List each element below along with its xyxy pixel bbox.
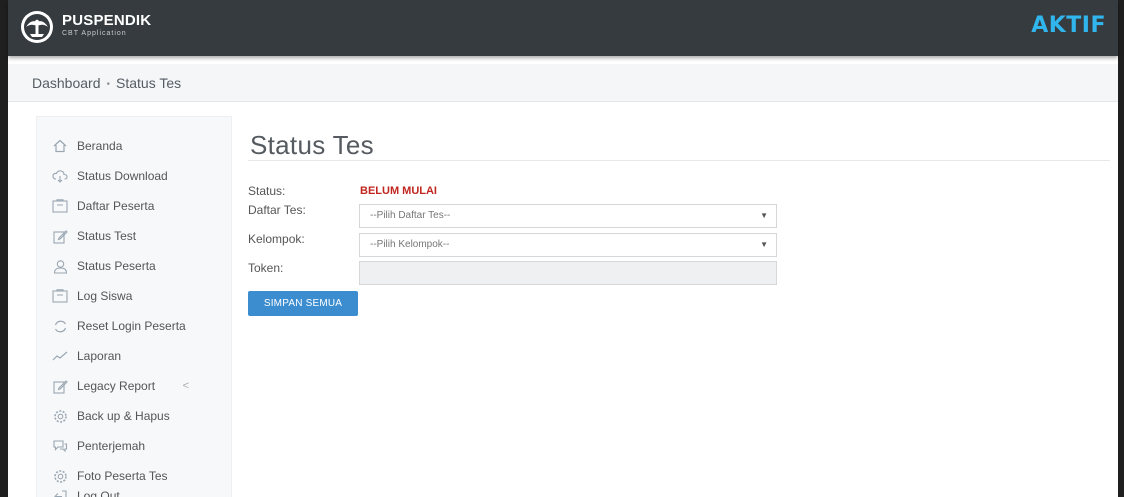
sidebar-item-label: Log Out — [77, 489, 120, 497]
breadcrumb-bar: Dashboard • Status Tes — [8, 64, 1118, 102]
home-icon — [51, 137, 69, 155]
sidebar-item-reset-login-peserta[interactable]: Reset Login Peserta — [37, 311, 233, 341]
tut-wuri-emblem-icon[interactable] — [20, 10, 54, 44]
user-icon — [51, 257, 69, 275]
sidebar-item-label: Status Peserta — [77, 259, 156, 273]
breadcrumb-current: Status Tes — [116, 75, 182, 91]
sidebar-item-label: Laporan — [77, 349, 122, 363]
sidebar-item-back-up-hapus[interactable]: Back up & Hapus — [37, 401, 233, 431]
brand: PUSPENDIK CBT Application — [62, 13, 151, 38]
window-frame-left — [0, 0, 8, 497]
gear-icon — [51, 407, 69, 425]
sidebar: Beranda Status Download Daftar Peserta S… — [36, 116, 232, 497]
window-frame-right — [1118, 0, 1124, 497]
chart-line-icon — [51, 347, 69, 365]
brand-subtitle: CBT Application — [62, 30, 127, 37]
breadcrumb-dashboard-link[interactable]: Dashboard — [32, 75, 101, 91]
document-icon — [51, 197, 69, 215]
brand-name: PUSPENDIK — [62, 12, 152, 29]
sidebar-item-label: Reset Login Peserta — [77, 319, 186, 333]
top-navbar: PUSPENDIK CBT Application AKTIF — [8, 0, 1118, 56]
dropdown-caret-icon: ▼ — [760, 240, 768, 249]
sidebar-item-daftar-peserta[interactable]: Daftar Peserta — [37, 191, 233, 221]
chevron-left-icon[interactable]: < — [183, 380, 189, 392]
daftar-tes-label: Daftar Tes: — [248, 203, 306, 217]
sidebar-item-status-test[interactable]: Status Test — [37, 221, 233, 251]
sidebar-item-beranda[interactable]: Beranda — [37, 131, 233, 161]
sidebar-item-label: Status Test — [77, 229, 137, 243]
sidebar-item-label: Daftar Peserta — [77, 199, 155, 213]
dropdown-caret-icon: ▼ — [760, 211, 768, 220]
edit-icon — [51, 227, 69, 245]
sidebar-item-label: Status Download — [77, 169, 168, 183]
kelompok-label: Kelompok: — [248, 232, 305, 246]
sidebar-item-laporan[interactable]: Laporan — [37, 341, 233, 371]
page-title: Status Tes — [250, 130, 374, 160]
cloud-download-icon — [51, 167, 69, 185]
document-icon — [51, 287, 69, 305]
edit-icon — [51, 377, 69, 395]
sidebar-item-label: Legacy Report — [77, 379, 156, 393]
daftar-tes-selected-value: --Pilih Daftar Tes-- — [370, 210, 451, 221]
sidebar-item-status-peserta[interactable]: Status Peserta — [37, 251, 233, 281]
sidebar-item-legacy-report[interactable]: Legacy Report < — [37, 371, 233, 401]
refresh-icon — [51, 317, 69, 335]
breadcrumb-separator: • — [106, 79, 111, 90]
save-all-button[interactable]: SIMPAN SEMUA — [248, 291, 358, 316]
status-badge: BELUM MULAI — [360, 185, 437, 197]
status-label: Status: — [248, 184, 286, 198]
sidebar-item-status-download[interactable]: Status Download — [37, 161, 233, 191]
sidebar-item-penterjemah[interactable]: Penterjemah — [37, 431, 233, 461]
kelompok-selected-value: --Pilih Kelompok-- — [370, 239, 450, 250]
title-divider — [248, 160, 1110, 161]
sidebar-item-label: Beranda — [77, 139, 123, 153]
breadcrumb: Dashboard • Status Tes — [32, 75, 181, 91]
sidebar-item-label: Penterjemah — [77, 439, 146, 453]
app-status-indicator: AKTIF — [1031, 13, 1106, 38]
token-label: Token: — [248, 261, 284, 275]
sidebar-item-label: Back up & Hapus — [77, 409, 170, 423]
daftar-tes-select[interactable]: --Pilih Daftar Tes-- ▼ — [359, 204, 777, 228]
sidebar-item-label: Log Siswa — [77, 289, 133, 303]
chat-icon — [51, 437, 69, 455]
kelompok-select[interactable]: --Pilih Kelompok-- ▼ — [359, 233, 777, 257]
sidebar-item-log-out[interactable]: Log Out — [37, 481, 233, 497]
sidebar-item-log-siswa[interactable]: Log Siswa — [37, 281, 233, 311]
token-field[interactable] — [359, 261, 777, 285]
logout-icon — [51, 487, 69, 497]
